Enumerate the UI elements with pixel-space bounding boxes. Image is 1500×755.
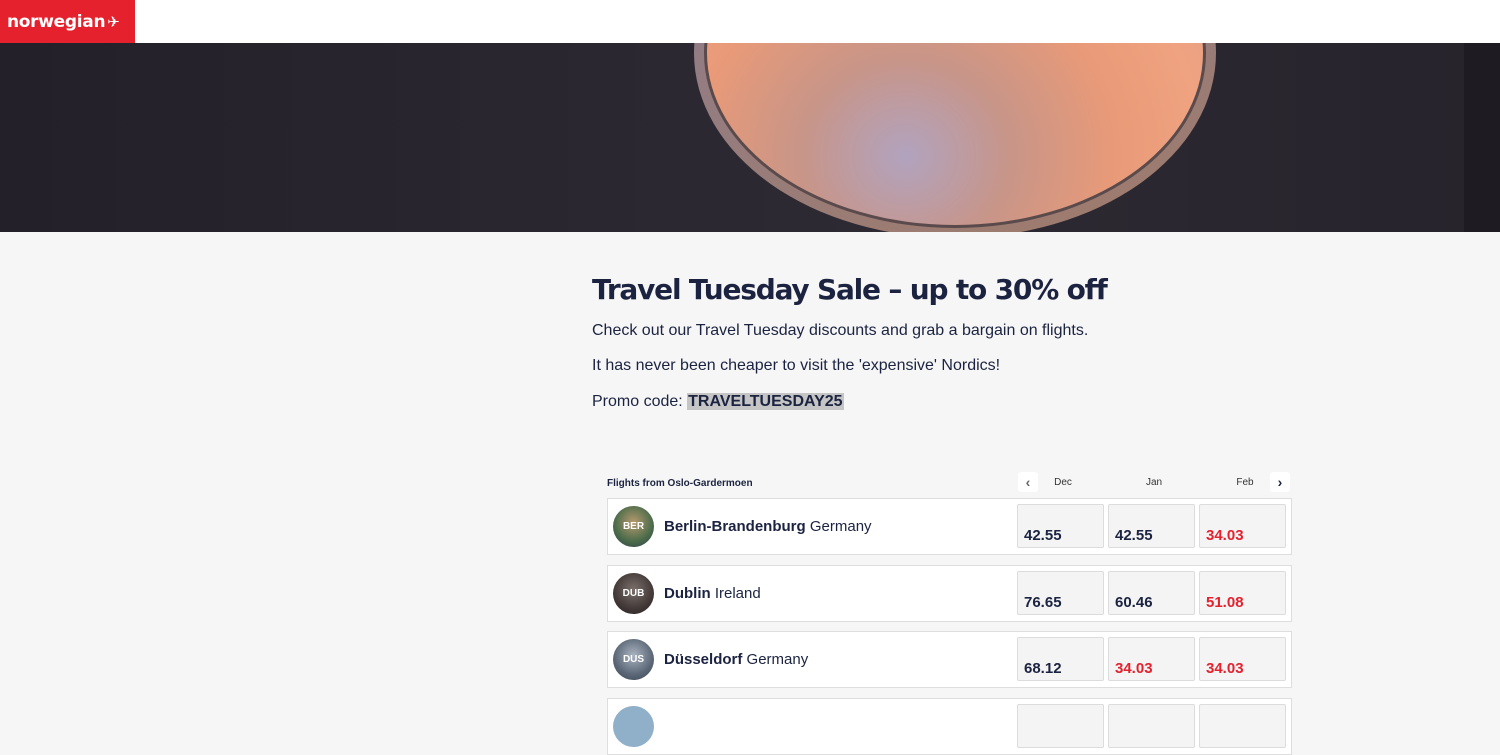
price-cell[interactable] [1108,704,1195,748]
month-feb: Feb [1236,477,1254,488]
destination-avatar: DUB [613,573,654,614]
city-name: Dublin [664,585,711,602]
page-title: Travel Tuesday Sale – up to 30% off [592,273,1108,306]
nordics-text: It has never been cheaper to visit the '… [592,357,1001,374]
price-value: 76.65 [1024,594,1062,611]
price-value: 60.46 [1115,594,1153,611]
route-row-dusseldorf[interactable]: DUS Düsseldorf Germany 68.12 34.03 34.03 [607,631,1292,688]
fare-calendar-header: Flights from Oslo-Gardermoen ‹ Dec Jan F… [607,470,1292,498]
price-value: 51.08 [1206,594,1244,611]
price-cell[interactable]: 34.03 [1108,637,1195,681]
fare-calendar: Flights from Oslo-Gardermoen ‹ Dec Jan F… [607,470,1292,755]
destination-avatar: BER [613,506,654,547]
country-name: Germany [809,518,872,535]
route-row-berlin[interactable]: BER Berlin-Brandenburg Germany 42.55 42.… [607,498,1292,555]
country-name: Germany [746,651,809,668]
intro-text: Check out our Travel Tuesday discounts a… [592,322,1089,339]
route-row-partial[interactable] [607,698,1292,755]
price-cell[interactable]: 42.55 [1108,504,1195,548]
promo-code[interactable]: TRAVELTUESDAY25 [687,393,844,410]
price-value: 34.03 [1115,660,1153,677]
price-value: 68.12 [1024,660,1062,677]
price-cell[interactable]: 34.03 [1199,637,1286,681]
promo-line: Promo code: TRAVELTUESDAY25 [592,393,844,411]
city-name: Düsseldorf [664,651,743,668]
plane-icon: ✈ [107,12,120,31]
destination-avatar: DUS [613,639,654,680]
price-cell[interactable]: 68.12 [1017,637,1104,681]
price-cell[interactable]: 76.65 [1017,571,1104,615]
month-dec: Dec [1054,477,1072,488]
destination-name: Berlin-Brandenburg Germany [664,518,872,535]
top-bar: norwegian ✈ [0,0,1500,43]
price-cell[interactable]: 60.46 [1108,571,1195,615]
price-value: 34.03 [1206,660,1244,677]
destination-avatar [613,706,654,747]
chevron-right-icon[interactable]: › [1270,472,1290,492]
price-cell[interactable] [1017,704,1104,748]
price-value: 42.55 [1115,527,1153,544]
price-cell[interactable] [1199,704,1286,748]
logo-text: norwegian [7,11,106,32]
price-cell[interactable]: 34.03 [1199,504,1286,548]
destination-name: Dublin Ireland [664,585,761,602]
airplane-window-image [694,43,1216,232]
price-value: 42.55 [1024,527,1062,544]
price-value: 34.03 [1206,527,1244,544]
chevron-left-icon[interactable]: ‹ [1018,472,1038,492]
month-jan: Jan [1145,477,1163,488]
city-name: Berlin-Brandenburg [664,518,806,535]
hero-image [0,43,1500,232]
route-row-dublin[interactable]: DUB Dublin Ireland 76.65 60.46 51.08 [607,565,1292,622]
promo-label: Promo code: [592,393,688,410]
country-name: Ireland [714,585,761,602]
price-cell[interactable]: 51.08 [1199,571,1286,615]
norwegian-logo[interactable]: norwegian ✈ [0,0,135,43]
destination-name: Düsseldorf Germany [664,651,808,668]
price-cell[interactable]: 42.55 [1017,504,1104,548]
origin-label: Flights from Oslo-Gardermoen [607,478,753,489]
